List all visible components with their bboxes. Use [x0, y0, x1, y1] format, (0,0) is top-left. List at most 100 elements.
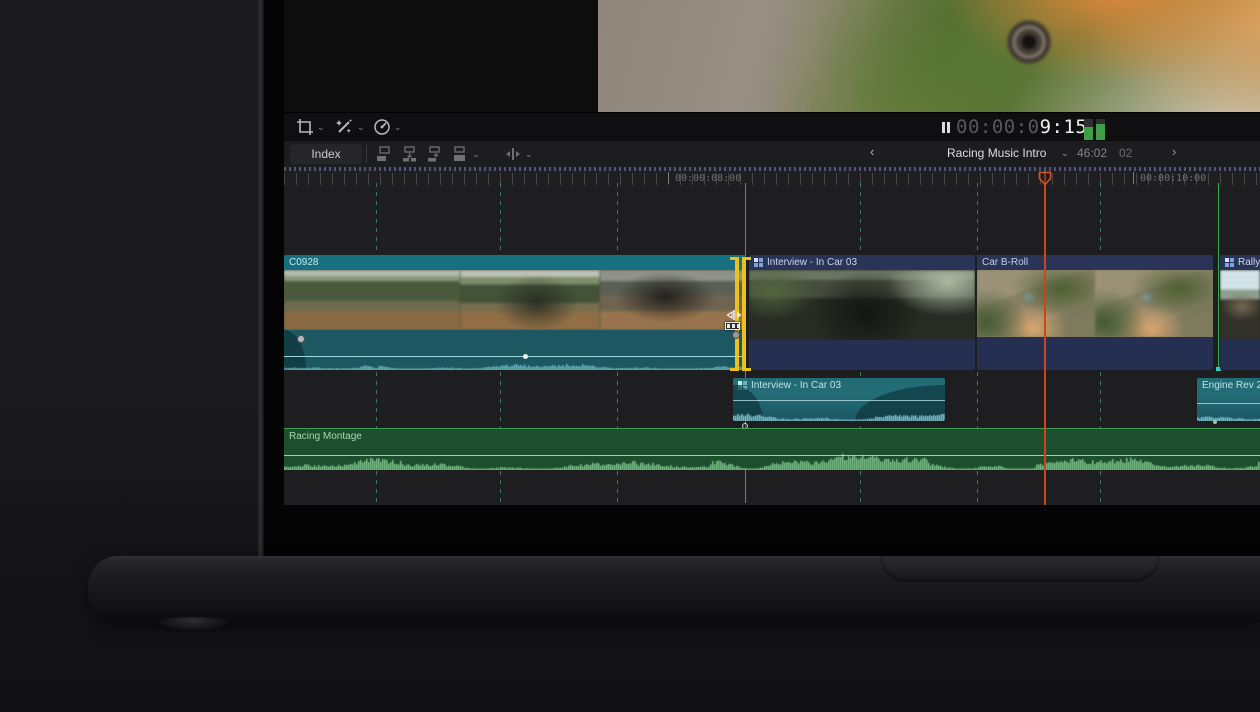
- video-frame-art: [598, 0, 1260, 113]
- clip-interview-video[interactable]: Interview - In Car 03: [749, 255, 975, 370]
- clip-interview-video-header: Interview - In Car 03: [749, 255, 975, 270]
- pause-icon[interactable]: [942, 122, 950, 133]
- project-name[interactable]: Racing Music Intro: [947, 146, 1046, 160]
- crop-tool-icon[interactable]: [296, 118, 314, 136]
- timecode-dim: 00:00:0: [956, 116, 1040, 138]
- clip-c0928-audio-section: [284, 330, 746, 370]
- timeline-toolbar: Index ⌄ ⌄ ‹ Racing Music Intro ⌄ 46:02: [284, 141, 1260, 167]
- clip-car-broll-filmstrip: [977, 270, 1213, 337]
- screen-left-edge: [258, 0, 264, 556]
- trim-cursor-dot: [732, 331, 740, 339]
- connect-edit-button[interactable]: [376, 146, 393, 162]
- clip-interview-filmstrip: [749, 270, 975, 340]
- clip-racing-montage[interactable]: Racing Montage: [284, 428, 1260, 470]
- clip-c0928-volume-line[interactable]: [284, 356, 746, 357]
- ruler-label-8s: 00:00:08:00: [675, 173, 741, 184]
- trim-bracket-right-cap-top: [745, 257, 751, 260]
- trim-bracket-left-cap-top: [730, 257, 736, 260]
- project-name-chevron[interactable]: ⌄: [1061, 148, 1069, 159]
- volume-keyframe-dot[interactable]: [523, 354, 528, 359]
- thumb-landscape-1: [284, 270, 460, 330]
- trim-cursor-icon: [726, 308, 752, 322]
- clip-racing-montage-header: Racing Montage: [284, 429, 1260, 443]
- thumb-aerial-1: [977, 270, 1095, 337]
- clip-interview-video-name: Interview - In Car 03: [767, 257, 857, 268]
- clip-rally-race-header: Rally Ra: [1220, 255, 1260, 270]
- retime-gauge-icon[interactable]: [373, 118, 391, 136]
- clip-interview-audio-waveform: [733, 405, 945, 421]
- clip-rally-filmstrip: [1220, 270, 1260, 340]
- clip-c0928[interactable]: C0928: [284, 255, 746, 370]
- thumb-aerial-2: [1095, 270, 1213, 337]
- toolbar-divider: [366, 145, 367, 163]
- thumb-car-slide: [600, 270, 746, 330]
- video-preview[interactable]: [598, 0, 1260, 113]
- connection-dot-small[interactable]: [1213, 420, 1217, 424]
- playhead-line[interactable]: [1044, 171, 1046, 505]
- tire-in-video: [1006, 20, 1052, 64]
- clip-engine-rev-header: Engine Rev 2: [1197, 378, 1260, 392]
- ruler-ticks: [284, 173, 1260, 185]
- clip-rally-race[interactable]: Rally Ra: [1220, 255, 1260, 370]
- clip-rally-race-name: Rally Ra: [1238, 257, 1260, 268]
- index-button[interactable]: Index: [290, 144, 362, 164]
- clip-interview-audio-name: Interview - In Car 03: [751, 380, 841, 391]
- project-duration: 46:02: [1077, 146, 1107, 160]
- thumb-steering-wheel: [1220, 270, 1260, 340]
- clip-engine-rev-name: Engine Rev 2: [1202, 380, 1260, 391]
- snap-line-clip-edge: [1218, 183, 1219, 370]
- trim-tool-chevron[interactable]: ⌄: [525, 149, 533, 159]
- desktop-scene: ⌄ ⌄ ⌄ 00:00:09:15 Index: [0, 0, 1260, 712]
- final-cut-pro-window: ⌄ ⌄ ⌄ 00:00:09:15 Index: [284, 0, 1260, 505]
- clip-c0928-header: C0928: [284, 255, 746, 270]
- retime-chevron[interactable]: ⌄: [394, 122, 402, 132]
- clip-car-broll-header: Car B-Roll: [977, 255, 1213, 270]
- timeline-ruler[interactable]: 00:00:08:00 00:00:10:00: [284, 171, 1260, 186]
- append-edit-button[interactable]: [426, 146, 443, 162]
- tools-toolbar: ⌄ ⌄ ⌄ 00:00:09:15: [284, 113, 1260, 141]
- thumb-landscape-2: [460, 270, 600, 330]
- viewer-panel: [284, 0, 1260, 113]
- playhead-head[interactable]: [1038, 171, 1052, 186]
- trim-bracket-left-cap-bottom: [730, 368, 736, 371]
- interview-audio-volume-line[interactable]: [733, 400, 945, 401]
- insert-edit-button[interactable]: [401, 146, 418, 162]
- timecode-bright: 9:15: [1040, 116, 1088, 138]
- audio-meter-left: [1084, 119, 1093, 140]
- macbook-rubber-foot: [152, 617, 234, 632]
- trim-bracket-right-cap-bottom: [745, 368, 751, 371]
- multicam-icon: [754, 258, 763, 267]
- racing-montage-volume-line[interactable]: [284, 455, 1260, 456]
- timecode-display: 00:00:09:15: [956, 116, 1087, 138]
- project-duration-secondary: 02: [1119, 146, 1132, 160]
- filmstrip-cursor-icon: [725, 322, 740, 330]
- fade-handle[interactable]: [297, 335, 305, 343]
- ruler-mark-10s: [1133, 172, 1134, 184]
- multicam-icon: [1225, 258, 1234, 267]
- clip-interview-audio[interactable]: Interview - In Car 03: [733, 378, 945, 421]
- clip-c0928-filmstrip: [284, 270, 746, 330]
- racing-montage-waveform: [284, 448, 1260, 470]
- clip-engine-rev[interactable]: Engine Rev 2: [1197, 378, 1260, 421]
- clip-car-broll[interactable]: Car B-Roll: [977, 255, 1213, 370]
- macbook-lid-scoop: [880, 556, 1160, 582]
- enhance-wand-icon[interactable]: [335, 118, 353, 136]
- clip-c0928-waveform: [284, 359, 746, 370]
- audio-meter-right: [1096, 119, 1105, 140]
- clip-racing-montage-name: Racing Montage: [289, 431, 362, 442]
- enhance-chevron[interactable]: ⌄: [357, 122, 365, 132]
- clip-engine-rev-waveform: [1197, 411, 1260, 421]
- engine-rev-volume-line[interactable]: [1197, 403, 1260, 404]
- audio-meter-left-fill: [1084, 127, 1093, 140]
- ruler-mark-8s: [668, 172, 669, 184]
- crop-tool-chevron[interactable]: ⌄: [317, 122, 325, 132]
- clip-car-broll-name: Car B-Roll: [982, 257, 1028, 268]
- previous-project-chevron[interactable]: ‹: [870, 144, 874, 159]
- thumb-driver-interior: [749, 270, 975, 340]
- clip-c0928-name: C0928: [289, 257, 318, 268]
- next-project-chevron[interactable]: ›: [1172, 144, 1176, 159]
- overwrite-edit-button[interactable]: [451, 146, 468, 162]
- trim-tool-button[interactable]: [503, 146, 520, 162]
- edit-buttons-chevron[interactable]: ⌄: [472, 149, 480, 159]
- audio-meter-right-fill: [1096, 124, 1105, 140]
